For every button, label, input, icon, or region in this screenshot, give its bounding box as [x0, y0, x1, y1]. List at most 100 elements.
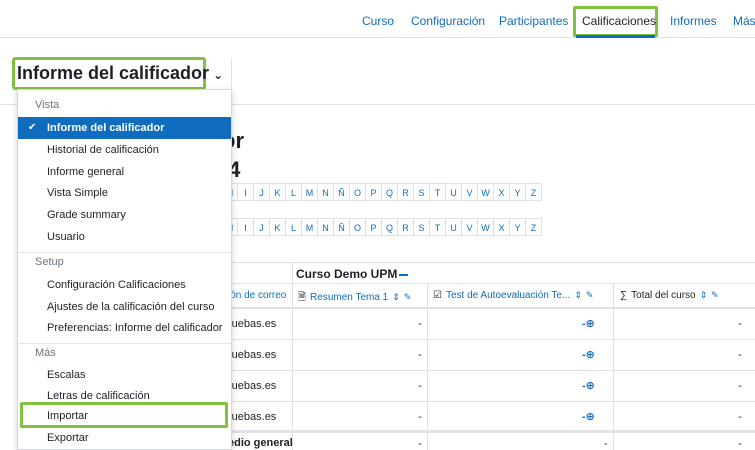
zoom-in-icon[interactable]: ⊕	[586, 349, 595, 361]
letter-filter-item[interactable]: O	[350, 218, 366, 236]
grade-cell[interactable]: -⊕	[582, 410, 595, 423]
menu-item-exportar[interactable]: Exportar	[18, 427, 231, 449]
letter-filter-item[interactable]: V	[462, 183, 478, 201]
course-total-label: Total del curso	[631, 290, 696, 301]
menu-item-informe-del-calificador[interactable]: ✔ Informe del calificador	[18, 117, 231, 139]
column-divider	[292, 340, 293, 370]
nav-informes[interactable]: Informes	[670, 14, 717, 28]
letter-filter-item[interactable]: M	[302, 183, 318, 201]
letter-filter-item[interactable]: Z	[526, 183, 542, 201]
letter-filter-item[interactable]: K	[270, 183, 286, 201]
letter-filter-item[interactable]: P	[366, 183, 382, 201]
letter-filter-item[interactable]: U	[446, 183, 462, 201]
column-divider	[292, 309, 293, 339]
edit-pencil-icon[interactable]: ✎	[586, 290, 594, 300]
menu-section-header-vista: Vista	[35, 99, 60, 111]
letter-filter-item[interactable]: X	[494, 183, 510, 201]
letter-filter-item[interactable]: T	[430, 183, 446, 201]
menu-item-vista-simple[interactable]: Vista Simple	[18, 182, 231, 204]
menu-item-ajustes-calificacion[interactable]: Ajustes de la calificación del curso	[18, 296, 231, 318]
letter-filter-item[interactable]: L	[286, 183, 302, 201]
zoom-in-icon[interactable]: ⊕	[586, 380, 595, 392]
zoom-in-icon[interactable]: ⊕	[586, 318, 595, 330]
user-email: ruebas.es	[228, 380, 277, 392]
letter-filter-item[interactable]: T	[430, 218, 446, 236]
letter-filter-item[interactable]: Q	[382, 183, 398, 201]
sort-icon[interactable]: ⇕	[574, 290, 582, 300]
letter-filter-item[interactable]: I	[238, 218, 254, 236]
menu-item-escalas[interactable]: Escalas	[18, 364, 231, 386]
grade-cell[interactable]: -	[418, 380, 422, 392]
column-divider	[613, 309, 614, 339]
sort-icon[interactable]: ⇕	[700, 290, 708, 300]
report-selector[interactable]: Informe del calificador ⌄	[17, 63, 223, 84]
letter-filter-item[interactable]: V	[462, 218, 478, 236]
grade-cell: -	[738, 349, 742, 361]
menu-section-header-setup: Setup	[35, 256, 64, 268]
nav-mas[interactable]: Más	[733, 14, 755, 28]
grade-item-link[interactable]: Resumen Tema 1	[310, 292, 388, 303]
nav-participantes[interactable]: Participantes	[499, 14, 568, 28]
letter-filter-item[interactable]: I	[238, 183, 254, 201]
column-divider	[292, 263, 293, 284]
grade-cell[interactable]: -⊕	[582, 317, 595, 330]
letter-filter-item[interactable]: J	[254, 218, 270, 236]
letter-filter-item[interactable]: P	[366, 218, 382, 236]
column-divider	[292, 402, 293, 432]
menu-divider	[18, 343, 231, 344]
letter-filter-item[interactable]: Q	[382, 218, 398, 236]
letter-filter-item[interactable]: X	[494, 218, 510, 236]
menu-item-configuracion-calificaciones[interactable]: Configuración Calificaciones	[18, 274, 231, 296]
grade-item-link[interactable]: Test de Autoevaluación Te...	[446, 290, 570, 301]
letter-filter-item[interactable]: Y	[510, 183, 526, 201]
letter-filter-item[interactable]: R	[398, 183, 414, 201]
menu-section-header-mas: Más	[35, 347, 56, 359]
letter-filter-item[interactable]: S	[414, 218, 430, 236]
letter-filter-item[interactable]: N	[318, 218, 334, 236]
grade-cell[interactable]: -	[418, 349, 422, 361]
letter-filter-item[interactable]: J	[254, 183, 270, 201]
edit-pencil-icon[interactable]: ✎	[711, 290, 719, 300]
collapse-icon[interactable]	[399, 273, 409, 276]
letter-filter-item[interactable]: Z	[526, 218, 542, 236]
letter-filter-item[interactable]: W	[478, 218, 494, 236]
nav-calificaciones[interactable]: Calificaciones	[582, 14, 656, 28]
letter-filter-item[interactable]: M	[302, 218, 318, 236]
letter-filter-item[interactable]: S	[414, 183, 430, 201]
nav-curso[interactable]: Curso	[362, 14, 394, 28]
sort-icon[interactable]: ⇕	[392, 292, 400, 302]
nav-configuracion[interactable]: Configuración	[411, 14, 485, 28]
letter-filter-item[interactable]: Y	[510, 218, 526, 236]
menu-item-informe-general[interactable]: Informe general	[18, 161, 231, 183]
edit-pencil-icon[interactable]: ✎	[404, 292, 412, 302]
column-divider	[427, 284, 428, 309]
letter-filter-item[interactable]: K	[270, 218, 286, 236]
course-total-header: ∑ Total del curso ⇕ ✎	[620, 290, 719, 301]
letter-filter-item[interactable]: N	[318, 183, 334, 201]
sigma-icon: ∑	[620, 290, 628, 301]
zoom-in-icon[interactable]: ⊕	[586, 411, 595, 423]
menu-item-preferencias[interactable]: Preferencias: Informe del calificador	[18, 317, 231, 339]
letter-filter-item[interactable]: U	[446, 218, 462, 236]
report-selector-dropdown: Vista ✔ Informe del calificador Historial…	[17, 89, 232, 450]
grade-cell[interactable]: -⊕	[582, 348, 595, 361]
letter-filter-item[interactable]: Ñ	[334, 218, 350, 236]
menu-item-historial[interactable]: Historial de calificación	[18, 139, 231, 161]
email-column-header[interactable]: ión de correo	[228, 290, 286, 301]
menu-item-usuario[interactable]: Usuario	[18, 226, 231, 248]
grade-items-header: ión de correo 🗎 Resumen Tema 1 ⇕ ✎ ☑ Test de…	[222, 284, 755, 309]
menu-item-importar[interactable]: Importar	[18, 405, 231, 427]
letter-filter-item[interactable]: O	[350, 183, 366, 201]
grade-cell[interactable]: -	[418, 411, 422, 423]
letter-filter-item[interactable]: W	[478, 183, 494, 201]
table-row: ruebas.es - -⊕ -	[222, 402, 755, 433]
letter-filter-item[interactable]: Ñ	[334, 183, 350, 201]
column-divider	[613, 432, 614, 450]
letter-filter-item[interactable]: R	[398, 218, 414, 236]
grade-cell[interactable]: -⊕	[582, 379, 595, 392]
average-cell: -	[604, 438, 608, 450]
grade-cell[interactable]: -	[418, 318, 422, 330]
column-divider	[613, 371, 614, 401]
letter-filter-item[interactable]: L	[286, 218, 302, 236]
menu-item-grade-summary[interactable]: Grade summary	[18, 204, 231, 226]
